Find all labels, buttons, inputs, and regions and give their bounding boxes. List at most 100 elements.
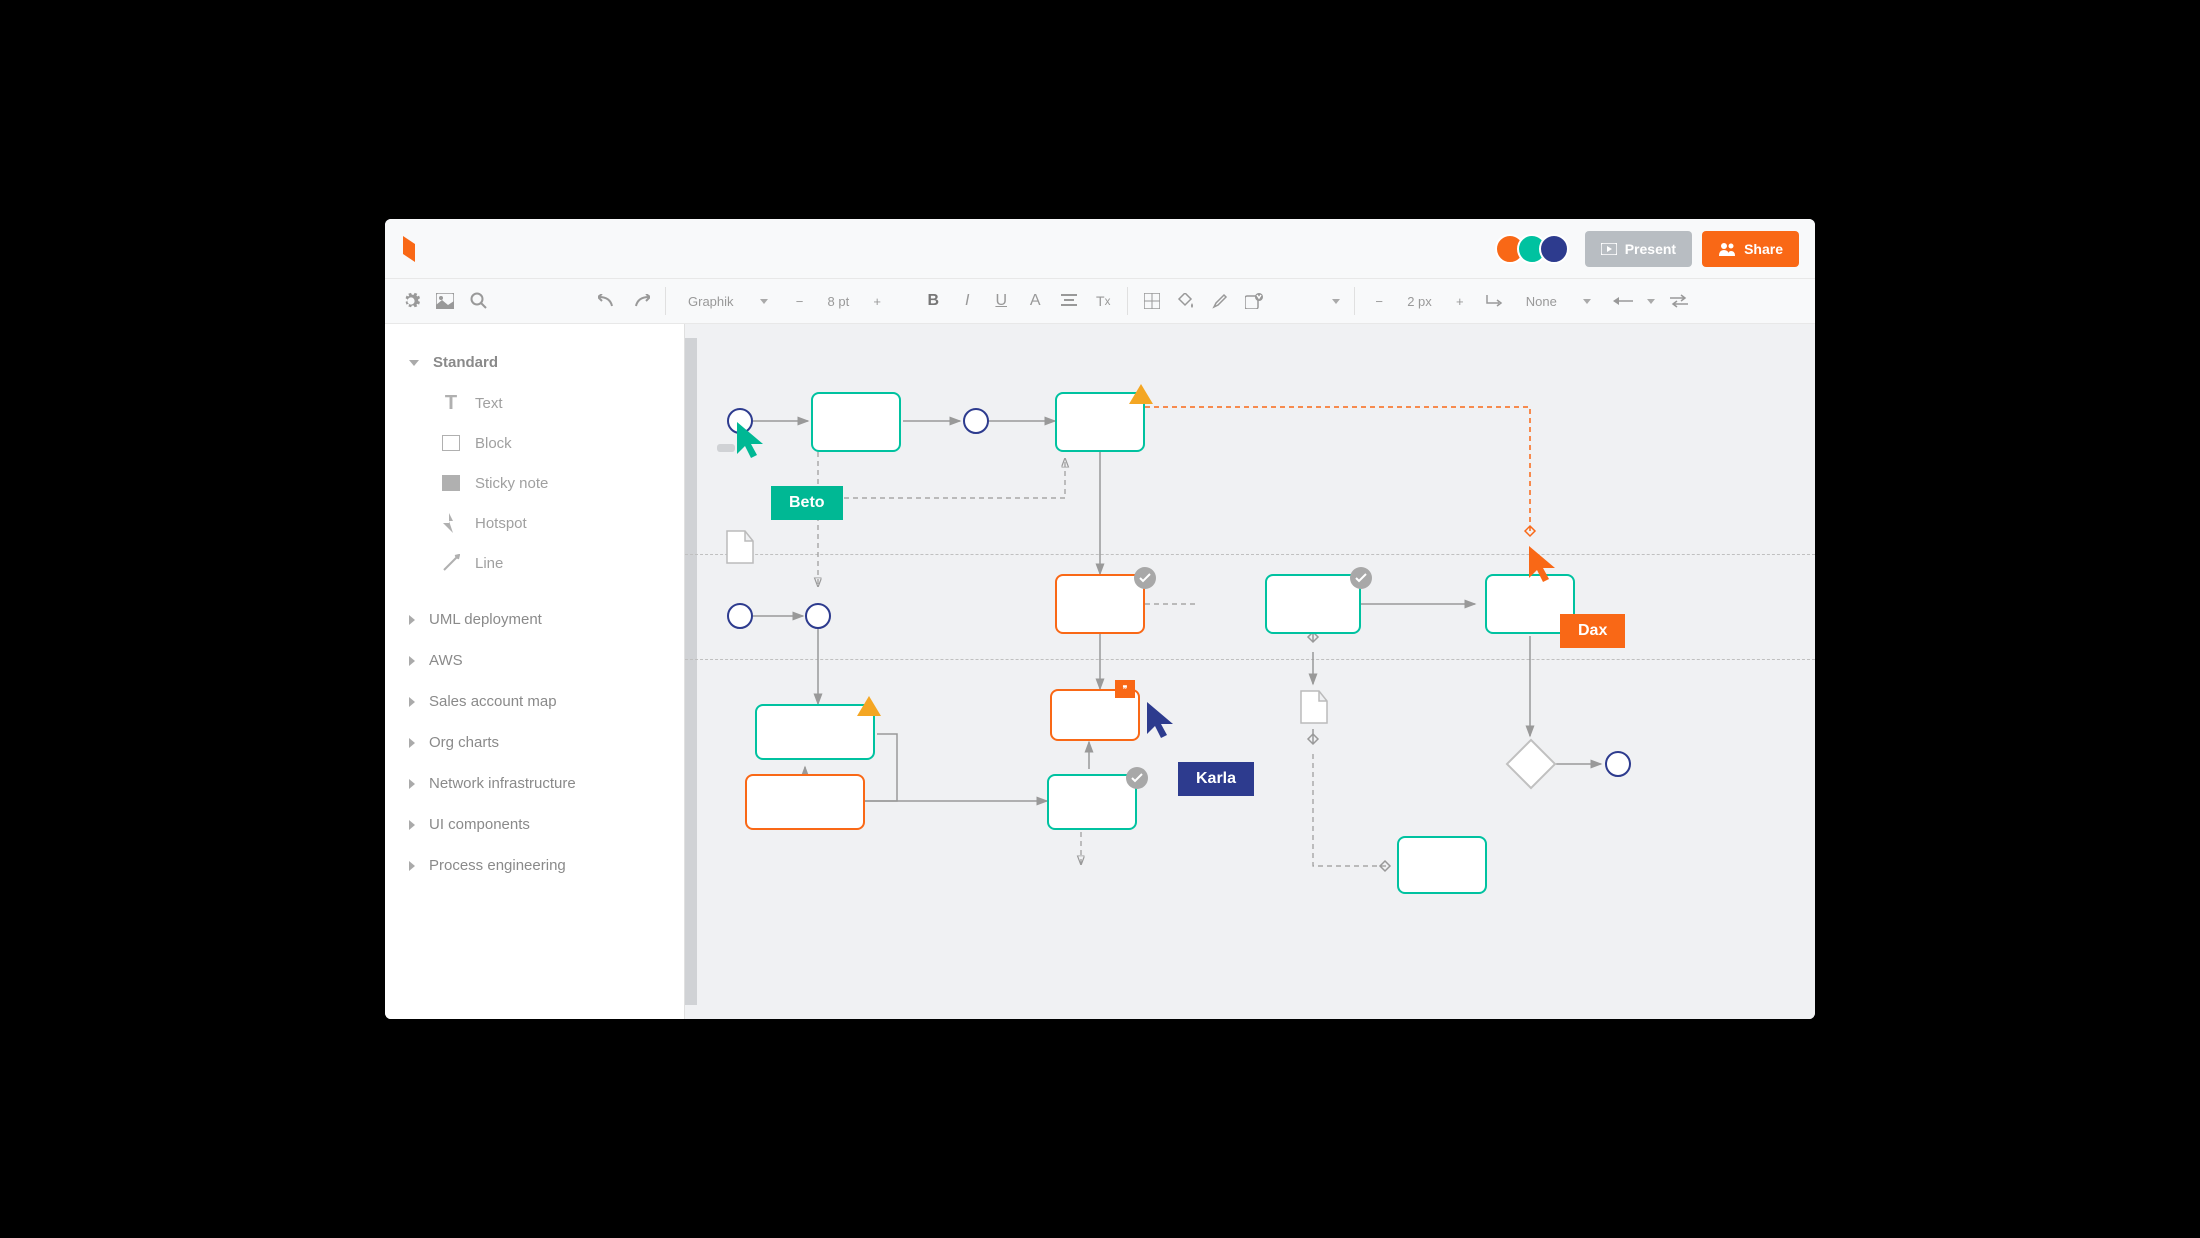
collaborator-label-beto: Beto <box>771 486 843 520</box>
sidebar-group-sales[interactable]: Sales account map <box>385 681 684 722</box>
sidebar-item-line[interactable]: Line <box>385 543 684 583</box>
collaborator-cursor-beto <box>735 420 767 462</box>
present-button[interactable]: Present <box>1585 231 1692 267</box>
sidebar-item-text[interactable]: T Text <box>385 383 684 423</box>
bold-button[interactable]: B <box>923 291 943 311</box>
toolbar: Graphik − 8 pt + B I U A Tx − 2 px + Non… <box>385 279 1815 324</box>
sidebar-group-process[interactable]: Process engineering <box>385 845 684 886</box>
undo-icon[interactable] <box>597 291 617 311</box>
settings-icon[interactable] <box>401 291 421 311</box>
sidebar-group-standard[interactable]: Standard <box>385 342 684 383</box>
collaborator-avatars[interactable] <box>1503 234 1569 264</box>
line-routing-icon[interactable] <box>1484 291 1504 311</box>
warning-icon <box>857 696 881 716</box>
document-shape[interactable] <box>1299 689 1329 725</box>
check-badge-icon <box>1126 767 1148 789</box>
shape-library-sidebar: Standard T Text Block Sticky note Hotspo… <box>385 324 685 1019</box>
comment-marker[interactable]: ❞ <box>1115 680 1135 698</box>
align-button[interactable] <box>1059 291 1079 311</box>
event-circle[interactable] <box>963 408 989 434</box>
sidebar-item-label: Text <box>475 395 503 412</box>
people-icon <box>1718 242 1736 256</box>
line-width-value: 2 px <box>1403 294 1436 309</box>
arrow-swap-icon[interactable] <box>1669 291 1689 311</box>
diagram-canvas[interactable]: ❞ Beto Karla Dax <box>685 324 1815 1019</box>
sidebar-item-label: Hotspot <box>475 515 527 532</box>
chevron-down-icon <box>409 360 419 366</box>
app-logo <box>401 236 421 262</box>
chevron-right-icon <box>409 738 415 748</box>
image-icon[interactable] <box>435 291 455 311</box>
task-block[interactable] <box>745 774 865 830</box>
chevron-right-icon <box>409 861 415 871</box>
sidebar-group-label: Sales account map <box>429 693 557 710</box>
task-block[interactable] <box>811 392 901 452</box>
task-block[interactable] <box>1265 574 1361 634</box>
font-decrease-button[interactable]: − <box>790 291 810 311</box>
document-shape[interactable] <box>725 529 755 565</box>
collaborator-label-karla: Karla <box>1178 762 1254 796</box>
sidebar-group-label: Org charts <box>429 734 499 751</box>
line-increase-button[interactable]: + <box>1450 291 1470 311</box>
sidebar-item-hotspot[interactable]: Hotspot <box>385 503 684 543</box>
task-block[interactable] <box>1055 574 1145 634</box>
avatar[interactable] <box>1539 234 1569 264</box>
share-button[interactable]: Share <box>1702 231 1799 267</box>
text-color-button[interactable]: A <box>1025 291 1045 311</box>
chevron-down-icon[interactable] <box>1332 299 1340 304</box>
sidebar-item-block[interactable]: Block <box>385 423 684 463</box>
sidebar-item-label: Block <box>475 435 512 452</box>
warning-icon <box>1129 384 1153 404</box>
lane-divider <box>685 554 1815 555</box>
gateway-diamond[interactable] <box>1506 739 1557 790</box>
chevron-right-icon <box>409 697 415 707</box>
app-window: Present Share Graphik − 8 pt + B I U A T… <box>385 219 1815 1019</box>
table-icon[interactable] <box>1142 291 1162 311</box>
line-decrease-button[interactable]: − <box>1369 291 1389 311</box>
underline-button[interactable]: U <box>991 291 1011 311</box>
event-circle[interactable] <box>727 603 753 629</box>
sticky-icon <box>441 473 461 493</box>
italic-button[interactable]: I <box>957 291 977 311</box>
sidebar-group-label: Standard <box>433 354 498 371</box>
event-circle[interactable] <box>805 603 831 629</box>
hotspot-icon <box>441 513 461 533</box>
end-event-circle[interactable] <box>1605 751 1631 777</box>
font-increase-button[interactable]: + <box>867 291 887 311</box>
lane-divider <box>685 659 1815 660</box>
task-block[interactable] <box>1397 836 1487 894</box>
sidebar-group-label: UML deployment <box>429 611 542 628</box>
sidebar-group-ui[interactable]: UI components <box>385 804 684 845</box>
chevron-right-icon <box>409 820 415 830</box>
sidebar-item-label: Line <box>475 555 503 572</box>
sidebar-group-label: UI components <box>429 816 530 833</box>
sidebar-group-label: Process engineering <box>429 857 566 874</box>
font-family-select[interactable]: Graphik <box>680 294 776 309</box>
vertical-ruler[interactable] <box>685 338 697 1005</box>
text-format-button[interactable]: Tx <box>1093 291 1113 311</box>
sidebar-item-sticky[interactable]: Sticky note <box>385 463 684 503</box>
collaborator-cursor-karla <box>1145 700 1177 742</box>
check-badge-icon <box>1134 567 1156 589</box>
sidebar-group-label: Network infrastructure <box>429 775 576 792</box>
collaborator-cursor-dax <box>1527 544 1559 586</box>
sidebar-group-aws[interactable]: AWS <box>385 640 684 681</box>
pencil-icon[interactable] <box>1210 291 1230 311</box>
sidebar-group-label: AWS <box>429 652 463 669</box>
sidebar-group-network[interactable]: Network infrastructure <box>385 763 684 804</box>
sidebar-group-org[interactable]: Org charts <box>385 722 684 763</box>
block-icon <box>441 433 461 453</box>
line-style-select[interactable]: None <box>1518 294 1599 309</box>
arrow-start-icon[interactable] <box>1613 291 1633 311</box>
sidebar-group-uml[interactable]: UML deployment <box>385 599 684 640</box>
task-block[interactable] <box>1047 774 1137 830</box>
check-badge-icon <box>1350 567 1372 589</box>
search-icon[interactable] <box>469 291 489 311</box>
fill-icon[interactable] <box>1176 291 1196 311</box>
text-icon: T <box>441 393 461 413</box>
lane-resize-handle[interactable] <box>717 444 735 452</box>
chevron-down-icon[interactable] <box>1647 299 1655 304</box>
shape-icon[interactable] <box>1244 291 1264 311</box>
line-icon <box>441 553 461 573</box>
redo-icon[interactable] <box>631 291 651 311</box>
